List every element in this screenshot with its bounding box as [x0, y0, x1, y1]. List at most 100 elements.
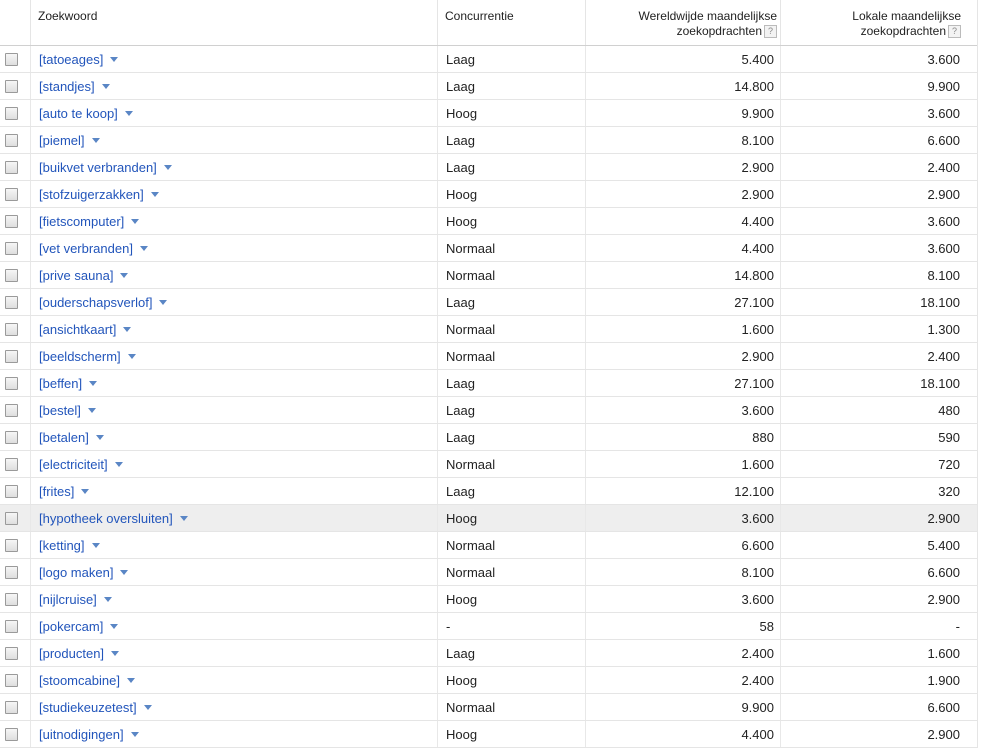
column-divider: [30, 370, 31, 396]
row-checkbox[interactable]: [5, 161, 18, 174]
keyword-link[interactable]: [tatoeages]: [39, 52, 103, 67]
dropdown-arrow-icon[interactable]: [159, 300, 168, 306]
row-checkbox[interactable]: [5, 296, 18, 309]
dropdown-arrow-icon[interactable]: [89, 381, 98, 387]
keyword-link[interactable]: [piemel]: [39, 133, 85, 148]
row-checkbox[interactable]: [5, 80, 18, 93]
column-divider: [437, 721, 438, 747]
column-divider: [30, 667, 31, 693]
row-checkbox[interactable]: [5, 404, 18, 417]
dropdown-arrow-icon[interactable]: [127, 354, 136, 360]
dropdown-arrow-icon[interactable]: [114, 462, 123, 468]
keyword-link[interactable]: [fietscomputer]: [39, 214, 124, 229]
keyword-link[interactable]: [prive sauna]: [39, 268, 113, 283]
dropdown-arrow-icon[interactable]: [131, 219, 140, 225]
keyword-link[interactable]: [ansichtkaart]: [39, 322, 116, 337]
dropdown-arrow-icon[interactable]: [126, 678, 135, 684]
row-checkbox[interactable]: [5, 215, 18, 228]
dropdown-arrow-icon[interactable]: [123, 327, 132, 333]
dropdown-arrow-icon[interactable]: [110, 624, 119, 630]
dropdown-arrow-icon[interactable]: [91, 543, 100, 549]
keyword-link[interactable]: [ketting]: [39, 538, 85, 553]
dropdown-arrow-icon[interactable]: [120, 570, 129, 576]
row-checkbox[interactable]: [5, 107, 18, 120]
competition-value: Normaal: [446, 700, 496, 715]
row-checkbox[interactable]: [5, 593, 18, 606]
competition-value: Normaal: [446, 268, 496, 283]
keyword-link[interactable]: [producten]: [39, 646, 104, 661]
row-checkbox[interactable]: [5, 728, 18, 741]
dropdown-arrow-icon[interactable]: [103, 597, 112, 603]
row-checkbox[interactable]: [5, 242, 18, 255]
column-divider: [585, 667, 586, 693]
keyword-link[interactable]: [logo maken]: [39, 565, 113, 580]
row-checkbox[interactable]: [5, 134, 18, 147]
keyword-link[interactable]: [stoomcabine]: [39, 673, 120, 688]
keyword-link[interactable]: [buikvet verbranden]: [39, 160, 157, 175]
row-checkbox[interactable]: [5, 512, 18, 525]
help-icon[interactable]: ?: [948, 25, 961, 39]
row-checkbox[interactable]: [5, 323, 18, 336]
dropdown-arrow-icon[interactable]: [163, 165, 172, 171]
column-divider: [585, 154, 586, 180]
dropdown-arrow-icon[interactable]: [179, 516, 188, 522]
dropdown-arrow-icon[interactable]: [124, 111, 133, 117]
row-checkbox[interactable]: [5, 485, 18, 498]
keyword-link[interactable]: [uitnodigingen]: [39, 727, 124, 742]
column-divider: [437, 640, 438, 666]
competition-value: Hoog: [446, 592, 478, 607]
dropdown-arrow-icon[interactable]: [120, 273, 129, 279]
row-checkbox[interactable]: [5, 674, 18, 687]
keyword-link[interactable]: [auto te koop]: [39, 106, 118, 121]
column-divider: [585, 478, 586, 504]
dropdown-arrow-icon[interactable]: [91, 138, 100, 144]
row-checkbox[interactable]: [5, 431, 18, 444]
row-checkbox[interactable]: [5, 377, 18, 390]
keyword-link[interactable]: [studiekeuzetest]: [39, 700, 137, 715]
row-checkbox[interactable]: [5, 350, 18, 363]
help-icon[interactable]: ?: [764, 25, 777, 39]
row-checkbox[interactable]: [5, 53, 18, 66]
dropdown-arrow-icon[interactable]: [111, 651, 120, 657]
column-divider: [30, 343, 31, 369]
keyword-link[interactable]: [nijlcruise]: [39, 592, 97, 607]
keyword-link[interactable]: [beffen]: [39, 376, 82, 391]
table-header: Zoekwoord Concurrentie Wereldwijde maand…: [0, 0, 977, 46]
competition-value: Laag: [446, 160, 475, 175]
keyword-link[interactable]: [beeldscherm]: [39, 349, 121, 364]
row-checkbox[interactable]: [5, 188, 18, 201]
dropdown-arrow-icon[interactable]: [139, 246, 148, 252]
column-divider: [437, 127, 438, 153]
row-checkbox[interactable]: [5, 269, 18, 282]
keyword-link[interactable]: [pokercam]: [39, 619, 103, 634]
column-divider: [30, 532, 31, 558]
row-checkbox[interactable]: [5, 566, 18, 579]
keyword-link[interactable]: [electriciteit]: [39, 457, 108, 472]
competition-value: Normaal: [446, 349, 496, 364]
row-checkbox[interactable]: [5, 701, 18, 714]
dropdown-arrow-icon[interactable]: [110, 57, 119, 63]
column-divider: [437, 181, 438, 207]
dropdown-arrow-icon[interactable]: [87, 408, 96, 414]
keyword-link[interactable]: [betalen]: [39, 430, 89, 445]
keyword-link[interactable]: [hypotheek oversluiten]: [39, 511, 173, 526]
column-divider: [437, 478, 438, 504]
keyword-link[interactable]: [frites]: [39, 484, 74, 499]
keyword-link[interactable]: [bestel]: [39, 403, 81, 418]
row-checkbox[interactable]: [5, 620, 18, 633]
keyword-link[interactable]: [standjes]: [39, 79, 95, 94]
dropdown-arrow-icon[interactable]: [130, 732, 139, 738]
dropdown-arrow-icon[interactable]: [150, 192, 159, 198]
keyword-link[interactable]: [stofzuigerzakken]: [39, 187, 144, 202]
dropdown-arrow-icon[interactable]: [101, 84, 110, 90]
row-checkbox[interactable]: [5, 647, 18, 660]
dropdown-arrow-icon[interactable]: [81, 489, 90, 495]
competition-value: Normaal: [446, 457, 496, 472]
local-searches-value: 480: [938, 403, 960, 418]
dropdown-arrow-icon[interactable]: [143, 705, 152, 711]
keyword-link[interactable]: [vet verbranden]: [39, 241, 133, 256]
row-checkbox[interactable]: [5, 539, 18, 552]
dropdown-arrow-icon[interactable]: [95, 435, 104, 441]
keyword-link[interactable]: [ouderschapsverlof]: [39, 295, 152, 310]
row-checkbox[interactable]: [5, 458, 18, 471]
